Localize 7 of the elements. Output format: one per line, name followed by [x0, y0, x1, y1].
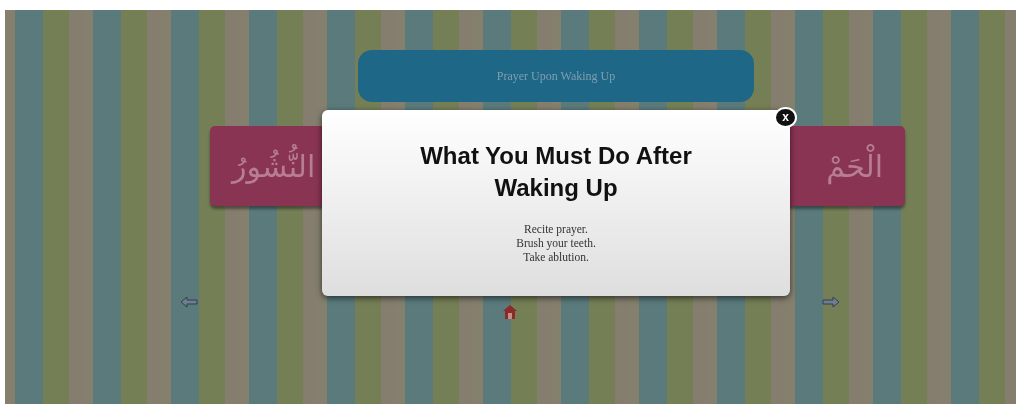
instruction-text: Take ablution. [522, 250, 590, 264]
arabic-text: الْحَمْ [826, 143, 883, 189]
arabic-text: النُّشُورُ [232, 143, 316, 189]
close-button[interactable]: x [774, 107, 797, 128]
instruction-text: Recite prayer. [523, 222, 589, 236]
modal-title: What You Must Do After Waking Up [419, 141, 693, 203]
instruction-text: Brush your teeth. [515, 236, 597, 250]
